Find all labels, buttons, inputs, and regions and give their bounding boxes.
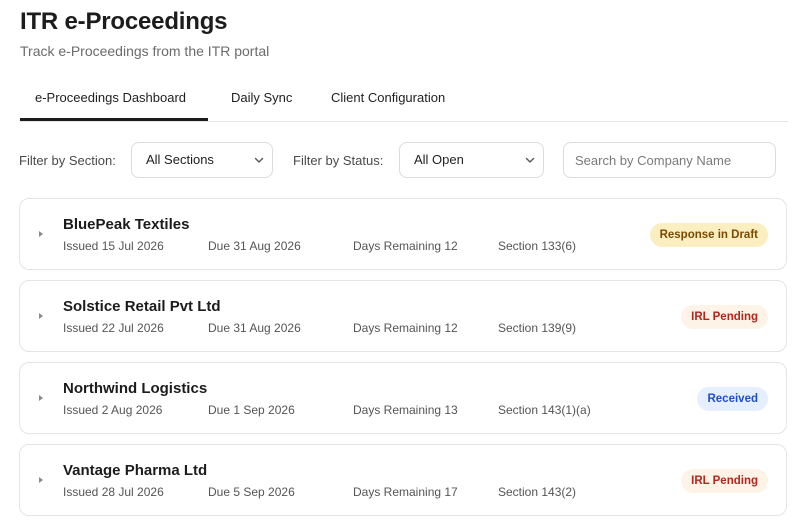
days-remaining: Days Remaining 17 [353, 485, 458, 499]
status-filter-select[interactable]: All Open [399, 142, 544, 178]
issued-date: Issued 28 Jul 2026 [63, 485, 164, 499]
due-date: Due 5 Sep 2026 [208, 485, 295, 499]
status-filter-value: All Open [414, 152, 464, 167]
proceeding-card[interactable]: Solstice Retail Pvt Ltd Issued 22 Jul 20… [19, 280, 787, 352]
due-date: Due 31 Aug 2026 [208, 321, 301, 335]
status-badge: IRL Pending [681, 305, 768, 329]
due-date: Due 31 Aug 2026 [208, 239, 301, 253]
page-title: ITR e-Proceedings [20, 8, 228, 35]
section-filter-select[interactable]: All Sections [131, 142, 273, 178]
company-name: Vantage Pharma Ltd [63, 462, 208, 479]
section-code: Section 133(6) [498, 239, 577, 253]
proceeding-card[interactable]: Northwind Logistics Issued 2 Aug 2026 Du… [19, 362, 787, 434]
section-filter-label: Filter by Section: [19, 153, 116, 168]
section-filter-value: All Sections [146, 152, 214, 167]
section-code: Section 139(9) [498, 321, 577, 335]
page-subtitle: Track e-Proceedings from the ITR portal [20, 43, 270, 59]
caret-right-icon[interactable] [38, 394, 44, 402]
section-code: Section 143(1)(a) [498, 403, 591, 417]
page: ITR e-Proceedings Track e-Proceedings fr… [0, 0, 800, 521]
caret-right-icon[interactable] [38, 230, 44, 238]
status-filter-label: Filter by Status: [293, 153, 384, 168]
company-search-input[interactable] [563, 142, 776, 178]
days-remaining: Days Remaining 12 [353, 239, 458, 253]
days-remaining: Days Remaining 12 [353, 321, 458, 335]
status-badge: Received [697, 387, 768, 411]
section-code: Section 143(2) [498, 485, 577, 499]
tab-daily-sync[interactable]: Daily Sync [231, 90, 292, 105]
days-remaining: Days Remaining 13 [353, 403, 458, 417]
company-name: Solstice Retail Pvt Ltd [63, 298, 221, 315]
tab-e-proceedings-dashboard[interactable]: e-Proceedings Dashboard [35, 90, 186, 105]
proceeding-card[interactable]: BluePeak Textiles Issued 15 Jul 2026 Due… [19, 198, 787, 270]
company-name: Northwind Logistics [63, 380, 208, 397]
issued-date: Issued 2 Aug 2026 [63, 403, 163, 417]
tab-client-configuration[interactable]: Client Configuration [331, 90, 445, 105]
chevron-down-icon [525, 157, 535, 163]
caret-right-icon[interactable] [38, 312, 44, 320]
company-name: BluePeak Textiles [63, 216, 190, 233]
issued-date: Issued 22 Jul 2026 [63, 321, 164, 335]
active-tab-indicator [20, 118, 208, 121]
status-badge: Response in Draft [649, 223, 768, 247]
chevron-down-icon [254, 157, 264, 163]
due-date: Due 1 Sep 2026 [208, 403, 295, 417]
status-badge: IRL Pending [681, 469, 768, 493]
issued-date: Issued 15 Jul 2026 [63, 239, 164, 253]
tab-bar: e-Proceedings Dashboard Daily Sync Clien… [20, 80, 788, 122]
caret-right-icon[interactable] [38, 476, 44, 484]
proceeding-card[interactable]: Vantage Pharma Ltd Issued 28 Jul 2026 Du… [19, 444, 787, 516]
